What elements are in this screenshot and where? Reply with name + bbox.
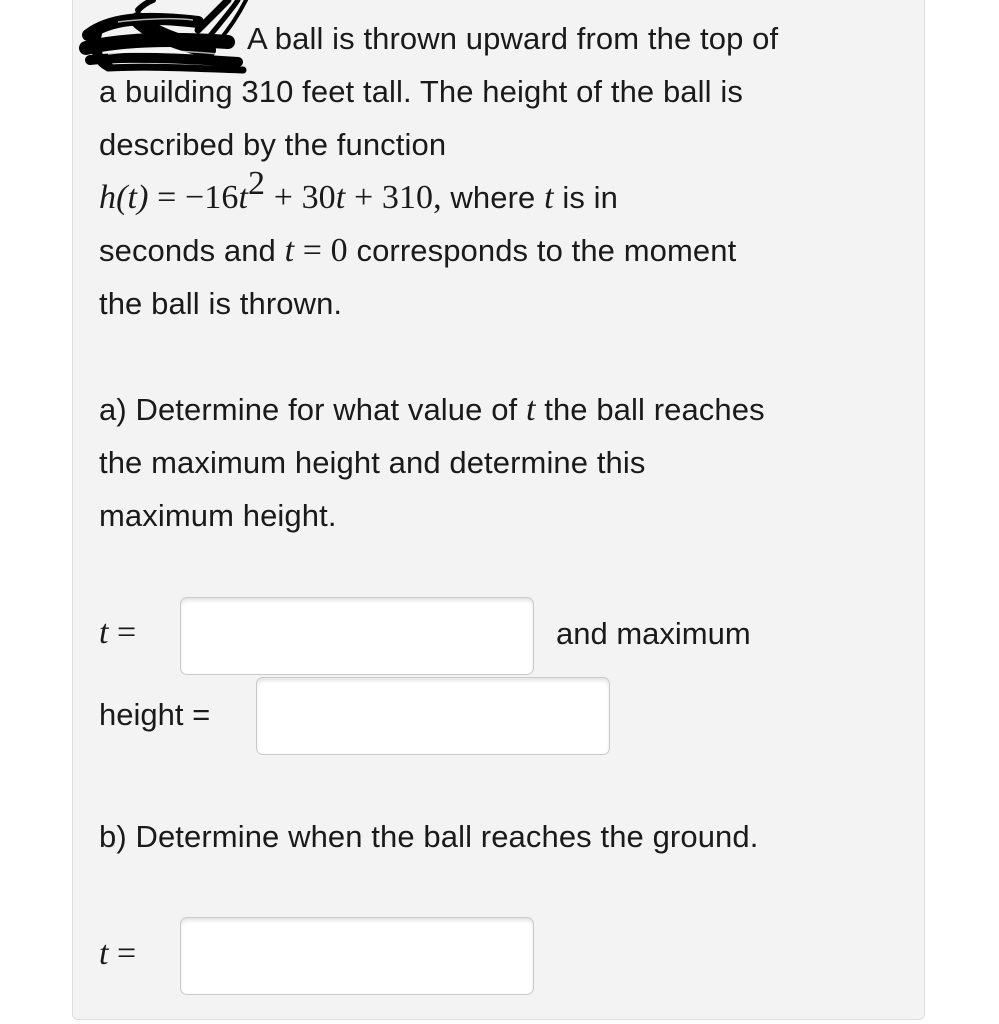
function-definition: h(t) = −16t2 + 30t + 310, where t is in [99, 167, 618, 224]
function-var-t: t [238, 179, 248, 216]
line5-rest: corresponds to the moment [347, 233, 737, 268]
part-a-t-label: t = [99, 614, 136, 652]
function-mid: + 30 [265, 179, 336, 216]
line5-prefix: seconds and [99, 233, 285, 268]
part-a-var-t: t [525, 391, 536, 428]
part-a-prompt-line-2: the maximum height and determine this [99, 445, 646, 480]
function-var-t2: t [335, 179, 346, 216]
t-label-eq: = [108, 614, 137, 651]
part-a-t-input[interactable] [180, 597, 534, 675]
intro-line-6: the ball is thrown. [99, 286, 343, 321]
height-label: height = [99, 697, 211, 732]
part-a-prefix: a) Determine for what value of [99, 392, 526, 427]
part-b-t-label: t = [99, 935, 136, 973]
function-lhs: h(t) [99, 179, 149, 216]
part-b-prompt: b) Determine when the ball reaches the g… [99, 819, 759, 854]
line5-var-t: t [284, 232, 295, 269]
where-rest: is in [553, 180, 618, 215]
part-a-suffix: the ball reaches [535, 392, 765, 427]
intro-line-1: A ball is thrown upward from the top of [247, 21, 779, 56]
intro-line-2: a building 310 feet tall. The height of … [99, 74, 743, 109]
intro-line-3: described by the function [99, 127, 447, 162]
where-text: where [441, 180, 545, 215]
part-a-height-input[interactable] [256, 677, 610, 755]
function-eq: = −16 [148, 179, 239, 216]
intro-line-5: seconds and t = 0 corresponds to the mom… [99, 225, 736, 277]
line5-eq: = 0 [294, 232, 348, 269]
and-maximum-text: and maximum [556, 616, 751, 651]
function-exponent: 2 [248, 165, 266, 202]
t-label-eq: = [108, 935, 137, 972]
function-end: + 310, [345, 179, 442, 216]
where-var-t: t [544, 179, 554, 216]
scribble-redaction-icon [79, 0, 248, 74]
part-a-prompt-line-3: maximum height. [99, 498, 337, 533]
part-b-t-input[interactable] [180, 917, 534, 995]
part-a-prompt-line-1: a) Determine for what value of t the bal… [99, 384, 765, 436]
